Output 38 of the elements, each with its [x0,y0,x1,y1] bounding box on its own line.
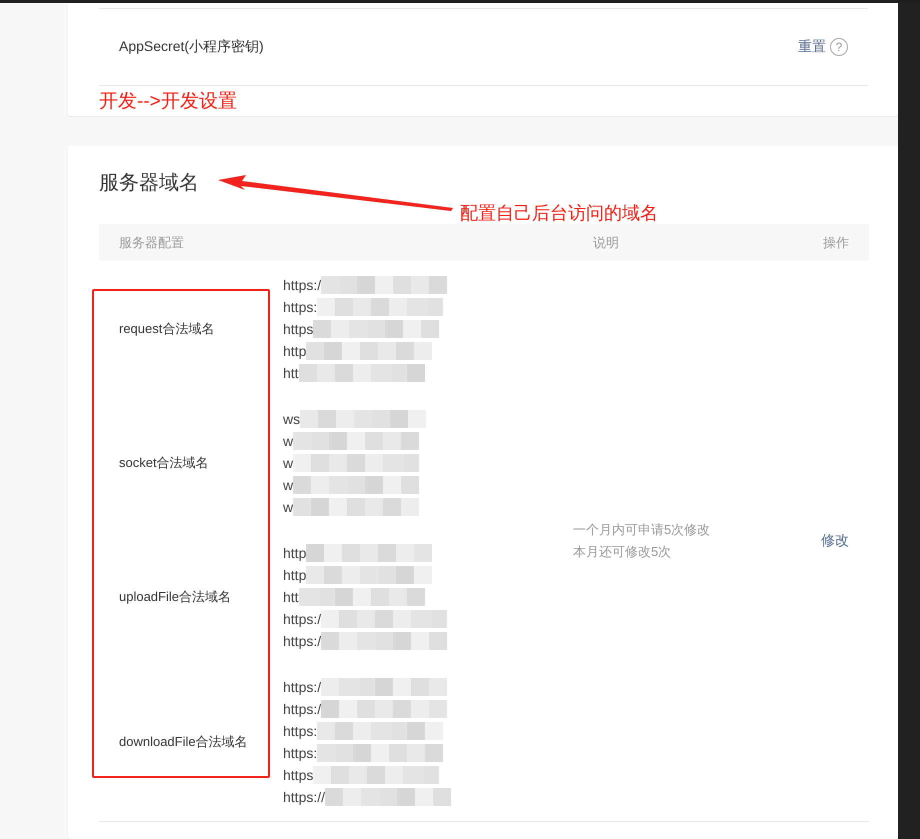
annotation-label: 配置自己后台访问的域名 [460,202,658,225]
domain-type-label: uploadFile合法域名 [118,588,232,606]
domain-type-label: downloadFile合法域名 [118,733,249,751]
url-text: w [283,455,294,471]
url-text: w [283,499,294,515]
column-header: 操作 [823,234,850,252]
help-icon[interactable]: ? [830,38,848,56]
url-text: http [283,545,306,561]
annotation-note: 开发-->开发设置 [99,90,238,114]
url-text: https:// [283,789,326,805]
url-text: http [283,567,306,583]
url-text: https:/ [283,679,322,695]
url-text: https:/ [283,277,322,293]
url-text: w [283,433,294,449]
url-text: https [283,321,314,337]
arrow-annotation-icon [218,174,454,212]
url-text: https: [283,299,318,315]
column-header: 服务器配置 [118,234,185,252]
reset-link[interactable]: 重置 [798,38,826,56]
url-text: w [283,477,294,493]
url-text: htt [283,589,299,605]
url-text: https [283,767,314,783]
modify-link[interactable]: 修改 [821,532,849,550]
app-secret-label: AppSecret(小程序密钥) [119,38,264,56]
url-text: https:/ [283,633,322,649]
url-text: https:/ [283,611,322,627]
url-text: http [283,343,306,359]
url-text: https: [283,745,318,761]
description-text: 一个月内可申请5次修改 [573,521,712,539]
description-text: 本月还可修改5次 [573,543,672,561]
column-header: 说明 [593,234,620,252]
section-title: 服务器域名 [99,171,199,196]
url-text: ws [283,411,300,427]
domain-type-label: request合法域名 [118,320,216,338]
url-text: https:/ [283,701,322,717]
url-text: htt [283,365,299,381]
url-text: https: [283,723,318,739]
domain-type-label: socket合法域名 [118,454,210,472]
